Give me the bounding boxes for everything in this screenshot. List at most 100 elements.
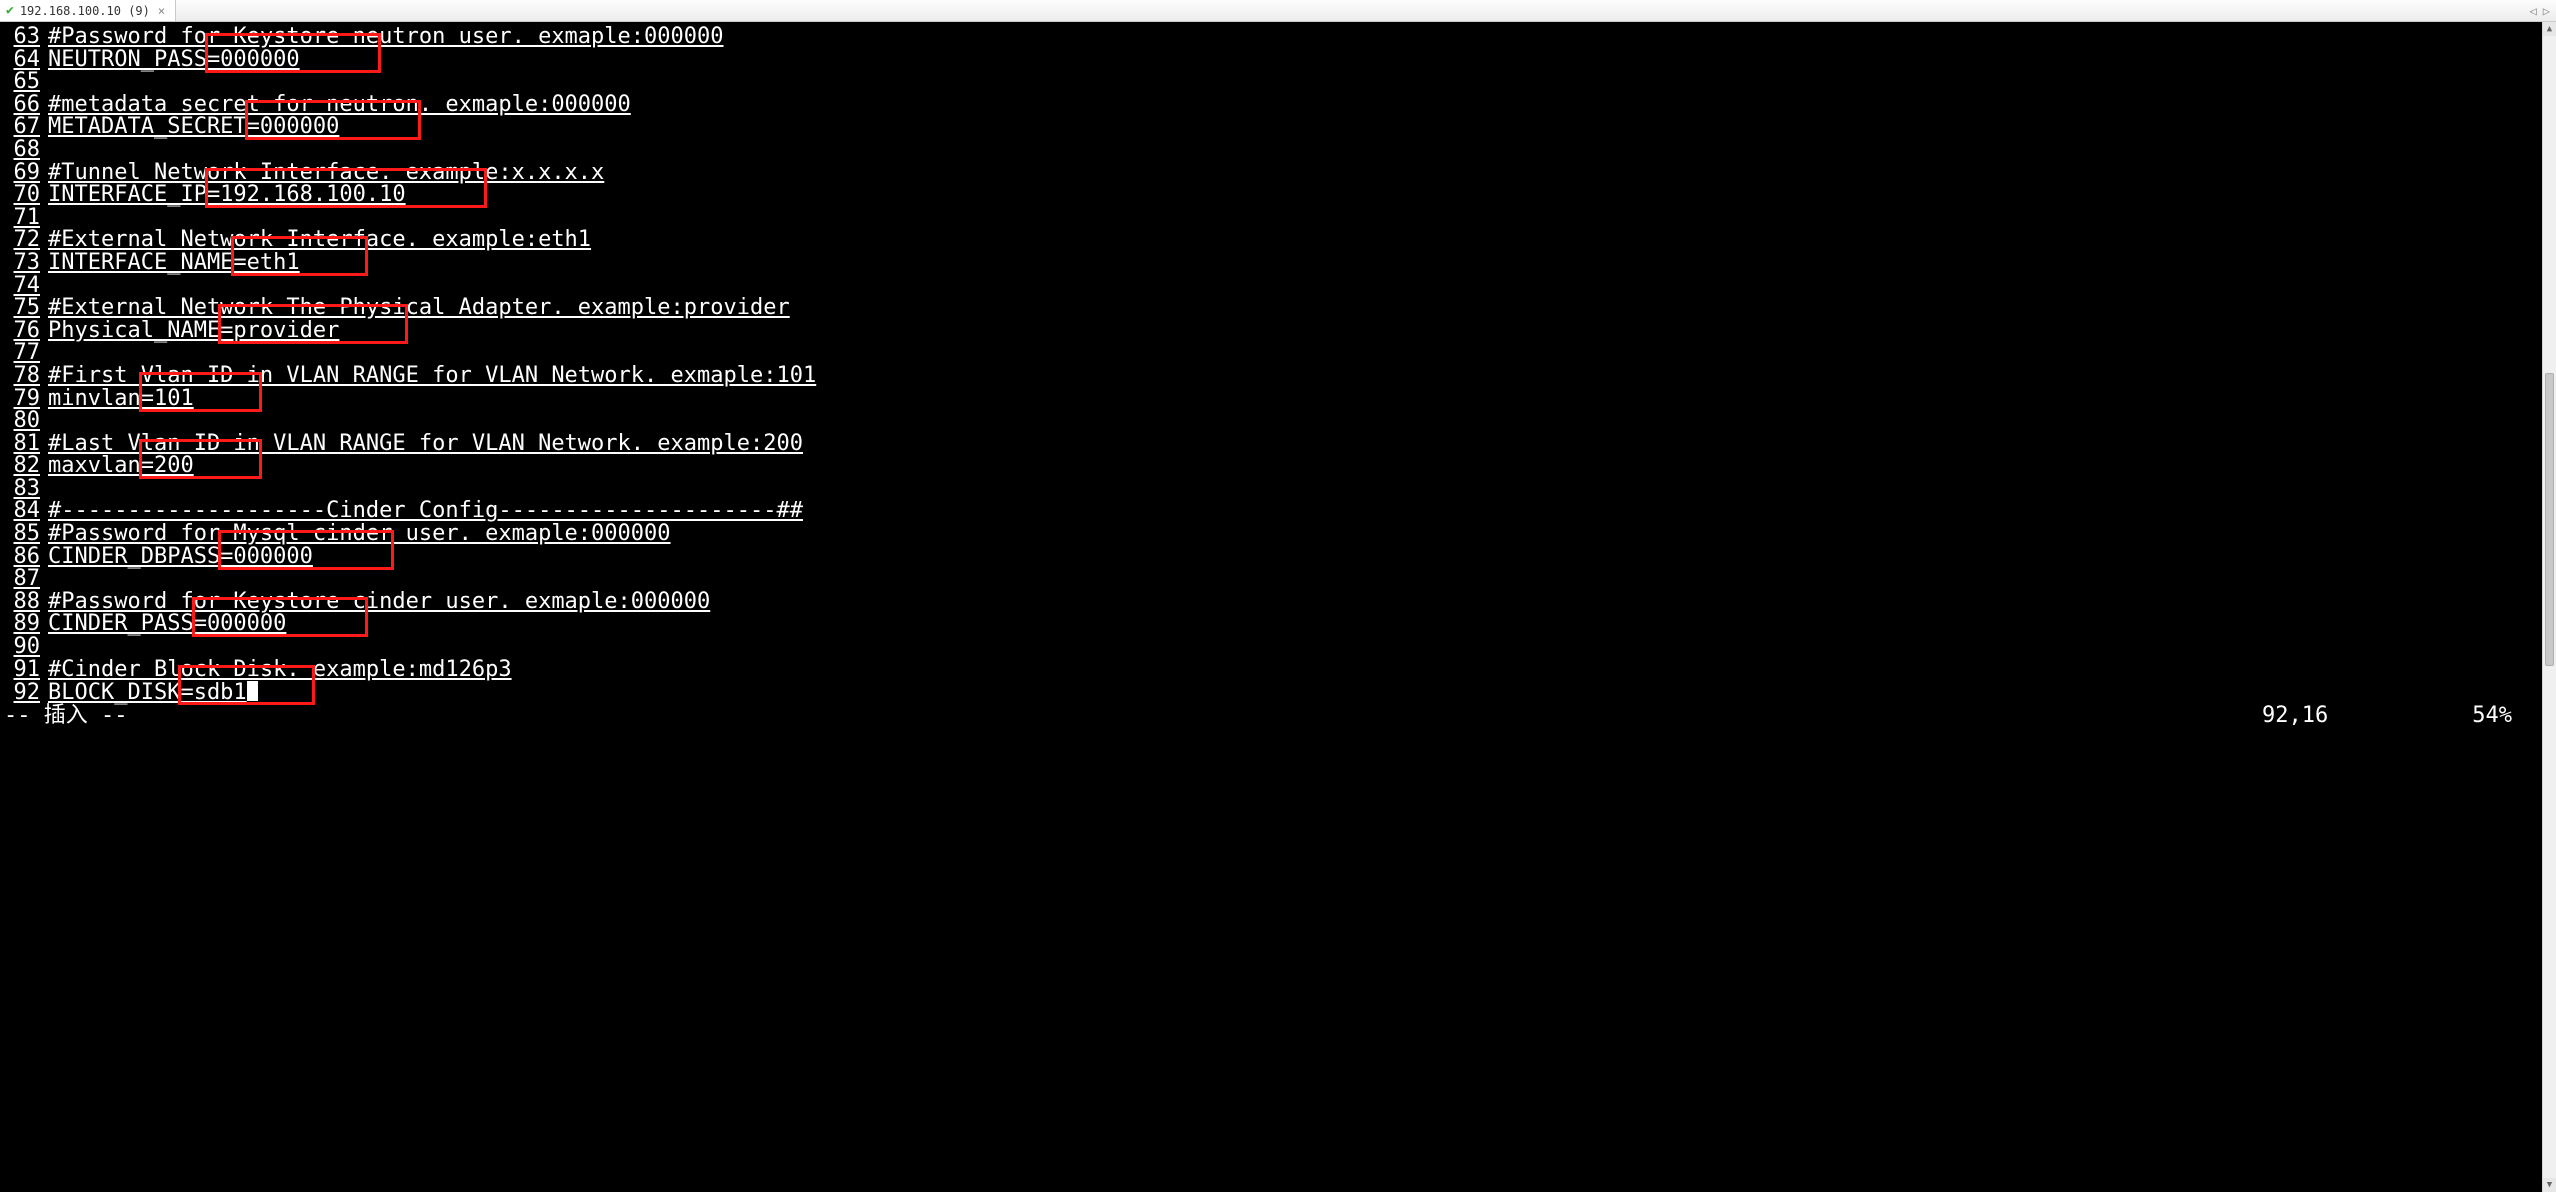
close-icon[interactable]: × xyxy=(156,4,167,18)
code-line: 91#Cinder Block Disk. example:md126p3 xyxy=(0,659,2542,682)
line-number: 67 xyxy=(0,116,48,139)
line-number: 88 xyxy=(0,591,48,614)
scroll-thumb[interactable] xyxy=(2545,373,2554,666)
code-line: 71 xyxy=(0,207,2542,230)
line-number: 79 xyxy=(0,388,48,411)
code-line: 74 xyxy=(0,275,2542,298)
vertical-scrollbar[interactable]: ▲ ▼ xyxy=(2542,22,2556,1192)
code-text: #metadata secret for neutron. exmaple:00… xyxy=(48,94,2542,117)
line-number: 84 xyxy=(0,500,48,523)
line-number: 70 xyxy=(0,184,48,207)
line-number: 81 xyxy=(0,433,48,456)
code-line: 88#Password for Keystore cinder user. ex… xyxy=(0,591,2542,614)
line-number: 64 xyxy=(0,49,48,72)
line-number: 73 xyxy=(0,252,48,275)
tab-active[interactable]: ✔ 192.168.100.10 (9) × xyxy=(0,0,176,21)
code-text: #--------------------Cinder Config------… xyxy=(48,500,2542,523)
line-number: 71 xyxy=(0,207,48,230)
code-line: 87 xyxy=(0,568,2542,591)
code-line: 75#External Network The Physical Adapter… xyxy=(0,297,2542,320)
line-number: 86 xyxy=(0,546,48,569)
code-line: 68 xyxy=(0,139,2542,162)
code-line: 82maxvlan=200 xyxy=(0,455,2542,478)
line-number: 85 xyxy=(0,523,48,546)
status-percent: 54% xyxy=(2442,705,2542,728)
code-text: INTERFACE_NAME=eth1 xyxy=(48,252,2542,275)
code-line: 85#Password for Mysql cinder user. exmap… xyxy=(0,523,2542,546)
code-text: #Password for Keystore cinder user. exma… xyxy=(48,591,2542,614)
line-number: 69 xyxy=(0,162,48,185)
code-line: 70INTERFACE_IP=192.168.100.10 xyxy=(0,184,2542,207)
code-line: 77 xyxy=(0,342,2542,365)
code-line: 81#Last Vlan ID in VLAN RANGE for VLAN N… xyxy=(0,433,2542,456)
code-text: INTERFACE_IP=192.168.100.10 xyxy=(48,184,2542,207)
line-number: 65 xyxy=(0,71,48,94)
code-text: #Last Vlan ID in VLAN RANGE for VLAN Net… xyxy=(48,433,2542,456)
tab-nav-left-icon[interactable]: ◁ xyxy=(2530,4,2537,18)
tab-title: 192.168.100.10 (9) xyxy=(20,4,150,18)
line-number: 77 xyxy=(0,342,48,365)
code-line: 76Physical_NAME=provider xyxy=(0,320,2542,343)
line-number: 92 xyxy=(0,682,48,705)
code-line: 65 xyxy=(0,71,2542,94)
code-text: CINDER_DBPASS=000000 xyxy=(48,546,2542,569)
code-text: #External Network Interface. example:eth… xyxy=(48,229,2542,252)
line-number: 75 xyxy=(0,297,48,320)
code-line: 67METADATA_SECRET=000000 xyxy=(0,116,2542,139)
line-number: 68 xyxy=(0,139,48,162)
code-line: 90 xyxy=(0,636,2542,659)
code-line: 79minvlan=101 xyxy=(0,388,2542,411)
code-line: 72#External Network Interface. example:e… xyxy=(0,229,2542,252)
code-line: 84#--------------------Cinder Config----… xyxy=(0,500,2542,523)
code-text: maxvlan=200 xyxy=(48,455,2542,478)
code-line: 69#Tunnel Network Interface. example:x.x… xyxy=(0,162,2542,185)
code-text: BLOCK_DISK=sdb1 xyxy=(48,681,2542,705)
line-number: 66 xyxy=(0,94,48,117)
terminal[interactable]: 63#Password for Keystore neutron user. e… xyxy=(0,22,2542,1192)
code-text: #Password for Mysql cinder user. exmaple… xyxy=(48,523,2542,546)
line-number: 72 xyxy=(0,229,48,252)
code-line: 92BLOCK_DISK=sdb1 xyxy=(0,681,2542,705)
line-number: 63 xyxy=(0,26,48,49)
status-line: -- 插入 -- 92,1654% xyxy=(0,705,2542,728)
code-text: Physical_NAME=provider xyxy=(48,320,2542,343)
code-text: #External Network The Physical Adapter. … xyxy=(48,297,2542,320)
saved-check-icon: ✔ xyxy=(6,4,14,17)
tab-nav: ◁ ▷ xyxy=(2530,0,2556,21)
line-number: 90 xyxy=(0,636,48,659)
code-line: 73INTERFACE_NAME=eth1 xyxy=(0,252,2542,275)
line-number: 80 xyxy=(0,410,48,433)
code-text: #First Vlan ID in VLAN RANGE for VLAN Ne… xyxy=(48,365,2542,388)
code-text: #Cinder Block Disk. example:md126p3 xyxy=(48,659,2542,682)
line-number: 87 xyxy=(0,568,48,591)
line-number: 82 xyxy=(0,455,48,478)
status-mode: -- 插入 -- xyxy=(4,705,127,728)
code-line: 64NEUTRON_PASS=000000 xyxy=(0,49,2542,72)
code-text: NEUTRON_PASS=000000 xyxy=(48,49,2542,72)
code-line: 80 xyxy=(0,410,2542,433)
line-number: 83 xyxy=(0,478,48,501)
line-number: 89 xyxy=(0,613,48,636)
code-text: CINDER_PASS=000000 xyxy=(48,613,2542,636)
code-line: 83 xyxy=(0,478,2542,501)
code-text: #Password for Keystore neutron user. exm… xyxy=(48,26,2542,49)
code-line: 78#First Vlan ID in VLAN RANGE for VLAN … xyxy=(0,365,2542,388)
code-text: minvlan=101 xyxy=(48,388,2542,411)
text-cursor xyxy=(247,681,258,701)
line-number: 76 xyxy=(0,320,48,343)
line-number: 74 xyxy=(0,275,48,298)
code-line: 86CINDER_DBPASS=000000 xyxy=(0,546,2542,569)
code-line: 66#metadata secret for neutron. exmaple:… xyxy=(0,94,2542,117)
scroll-up-icon[interactable]: ▲ xyxy=(2543,22,2556,36)
code-text: METADATA_SECRET=000000 xyxy=(48,116,2542,139)
tab-bar: ✔ 192.168.100.10 (9) × ◁ ▷ xyxy=(0,0,2556,22)
tab-nav-right-icon[interactable]: ▷ xyxy=(2543,4,2550,18)
code-line: 89CINDER_PASS=000000 xyxy=(0,613,2542,636)
line-number: 91 xyxy=(0,659,48,682)
line-number: 78 xyxy=(0,365,48,388)
scroll-down-icon[interactable]: ▼ xyxy=(2543,1178,2556,1192)
code-line: 63#Password for Keystore neutron user. e… xyxy=(0,26,2542,49)
code-text: #Tunnel Network Interface. example:x.x.x… xyxy=(48,162,2542,185)
status-position: 92,16 xyxy=(2262,705,2442,728)
terminal-wrap: 63#Password for Keystore neutron user. e… xyxy=(0,22,2556,1192)
